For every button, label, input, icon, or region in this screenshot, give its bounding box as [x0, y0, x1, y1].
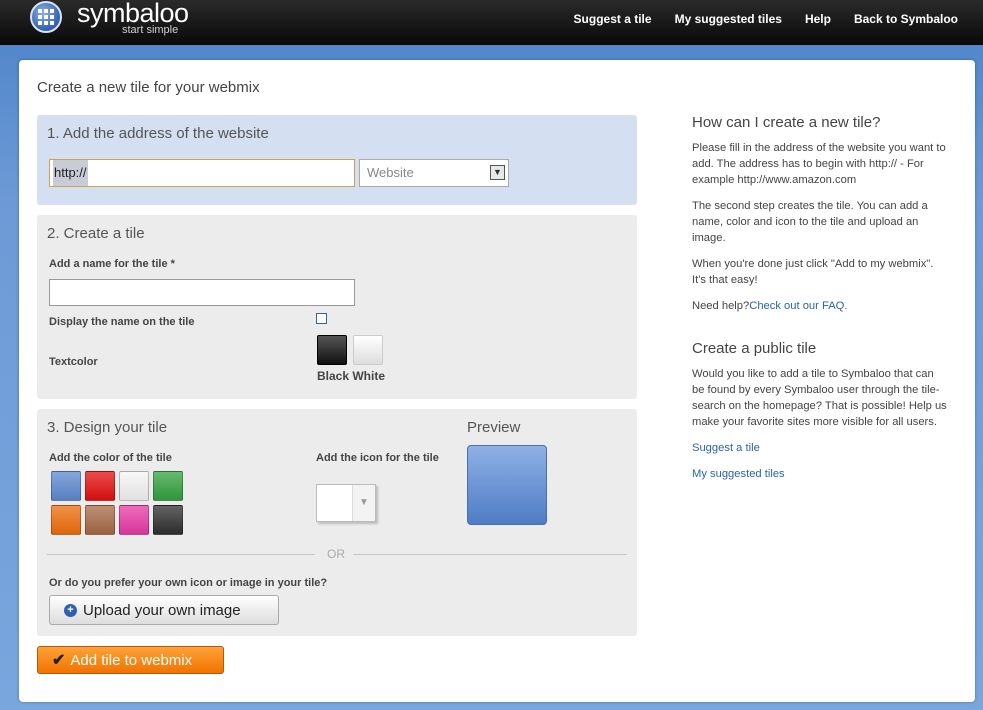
help-section: How can I create a new tile? Please fill…: [692, 115, 947, 314]
step3-heading: 3. Design your tile: [47, 419, 168, 436]
or-divider-text: OR: [327, 547, 345, 561]
tile-type-select[interactable]: Website ▼: [359, 159, 509, 187]
textcolor-white-swatch[interactable]: [353, 335, 383, 365]
divider-right: [353, 554, 627, 555]
faq-link[interactable]: Check out our FAQ.: [749, 300, 847, 312]
display-name-label: Display the name on the tile: [49, 316, 195, 328]
public-tile-text: Would you like to add a tile to Symbaloo…: [692, 368, 947, 428]
color-swatch-black[interactable]: [153, 505, 183, 535]
nav-suggest-tile[interactable]: Suggest a tile: [574, 12, 652, 26]
color-swatch-pink[interactable]: [119, 505, 149, 535]
step2-heading: 2. Create a tile: [47, 225, 145, 242]
need-help-line: Need help?Check out our FAQ.: [692, 298, 947, 314]
checkmark-icon: ✔: [52, 652, 66, 669]
help-paragraph-3: When you're done just click "Add to my w…: [692, 258, 934, 286]
tile-name-input[interactable]: [49, 279, 355, 306]
color-swatch-red[interactable]: [85, 471, 115, 501]
tile-preview: [467, 445, 547, 525]
public-tile-section: Create a public tile Would you like to a…: [692, 341, 947, 482]
symbaloo-logo-icon[interactable]: [30, 1, 62, 33]
plus-icon: +: [64, 603, 77, 617]
suggest-tile-link[interactable]: Suggest a tile: [692, 440, 947, 456]
main-card: Create a new tile for your webmix 1. Add…: [19, 60, 975, 702]
nav-help[interactable]: Help: [805, 12, 831, 26]
color-swatch-orange[interactable]: [51, 505, 81, 535]
step3-panel: 3. Design your tile Add the color of the…: [37, 409, 637, 636]
step1-panel: 1. Add the address of the website http:/…: [37, 115, 637, 205]
add-tile-label: Add tile to webmix: [70, 651, 193, 669]
logo-tagline: start simple: [122, 24, 179, 36]
tile-color-label: Add the color of the tile: [49, 452, 172, 464]
color-swatch-green[interactable]: [153, 471, 183, 501]
chevron-down-icon[interactable]: ▼: [490, 165, 505, 180]
tile-color-palette: [51, 471, 183, 535]
add-tile-button[interactable]: ✔ Add tile to webmix: [37, 646, 224, 674]
upload-button-label: Upload your own image: [83, 601, 241, 619]
upload-image-button[interactable]: + Upload your own image: [49, 595, 279, 625]
tile-icon-label: Add the icon for the tile: [316, 452, 439, 464]
display-name-checkbox[interactable]: [316, 313, 327, 324]
own-image-label: Or do you prefer your own icon or image …: [49, 577, 328, 589]
divider-left: [47, 554, 315, 555]
color-swatch-brown[interactable]: [85, 505, 115, 535]
step2-panel: 2. Create a tile Add a name for the tile…: [37, 215, 637, 399]
help-paragraph-1: Please fill in the address of the websit…: [692, 142, 946, 186]
tile-icon-select[interactable]: ▼: [316, 484, 376, 522]
top-nav: Suggest a tile My suggested tiles Help B…: [574, 12, 958, 26]
preview-label: Preview: [467, 419, 521, 436]
nav-back-to-symbaloo[interactable]: Back to Symbaloo: [854, 12, 958, 26]
nav-my-suggested-tiles[interactable]: My suggested tiles: [675, 12, 782, 26]
color-swatch-blue[interactable]: [51, 471, 81, 501]
my-suggested-tiles-link[interactable]: My suggested tiles: [692, 466, 947, 482]
page-title: Create a new tile for your webmix: [37, 79, 260, 96]
help-paragraph-2: The second step creates the tile. You ca…: [692, 200, 928, 244]
color-swatch-white[interactable]: [119, 471, 149, 501]
tile-name-label: Add a name for the tile *: [49, 258, 175, 270]
textcolor-black-swatch[interactable]: [317, 335, 347, 365]
url-input[interactable]: http://: [49, 159, 355, 187]
help-heading: How can I create a new tile?: [692, 114, 881, 131]
textcolor-options-label: Black White: [317, 369, 386, 383]
step1-heading: 1. Add the address of the website: [47, 125, 269, 142]
top-bar: symbaloo start simple Suggest a tile My …: [0, 0, 983, 45]
chevron-down-icon[interactable]: ▼: [352, 485, 375, 521]
need-help-text: Need help?: [692, 300, 750, 312]
url-value: http://: [53, 160, 88, 186]
tile-type-value: Website: [367, 165, 414, 180]
textcolor-label: Textcolor: [49, 356, 98, 368]
public-tile-heading: Create a public tile: [692, 340, 817, 357]
